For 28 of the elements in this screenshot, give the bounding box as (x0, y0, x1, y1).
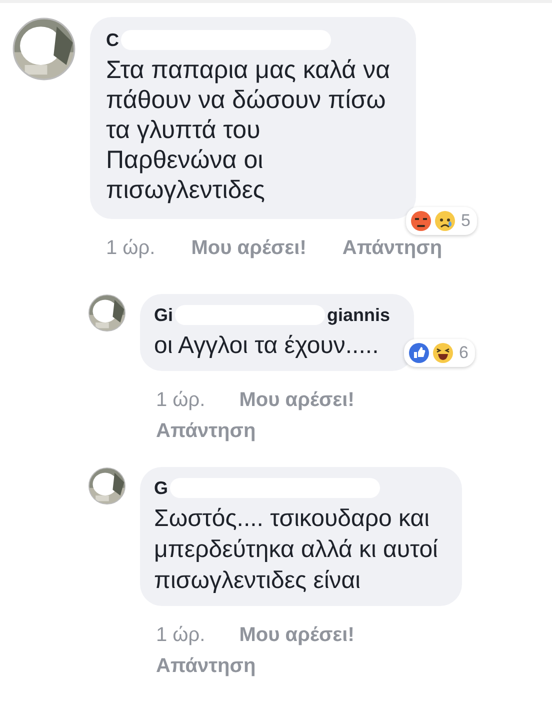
reply-link[interactable]: Απάντηση (156, 420, 256, 443)
angry-face-icon (410, 210, 432, 232)
comment-text: οι Αγγλοι τα έχουν..... (154, 331, 380, 361)
author-name[interactable]: Gi (154, 304, 174, 326)
reply-link[interactable]: Απάντηση (156, 655, 256, 678)
comment-text: πισωγλεντιδες (106, 175, 266, 205)
comment-text: πάθουν να δώσουν πίσω (106, 85, 387, 115)
reply-link[interactable]: Απάντηση (342, 237, 442, 260)
timestamp: 1 ώρ. (106, 237, 156, 260)
author-name[interactable]: C (106, 30, 119, 50)
comment-text: Παρθενώνα οι (106, 145, 264, 175)
thumbs-up-icon (408, 342, 430, 364)
comment-text: πισωγλεντιδες είναι (154, 566, 362, 596)
like-link[interactable]: Μου αρέσει! (191, 237, 306, 260)
laughing-face-icon (432, 342, 454, 364)
timestamp: 1 ώρ. (156, 624, 206, 647)
author-name[interactable]: giannis (327, 304, 390, 326)
timestamp: 1 ώρ. (156, 389, 206, 412)
author-name[interactable]: G (154, 478, 168, 498)
reactions-badge[interactable]: 5 (406, 207, 476, 235)
comment-text: Σωστός.... τσικουδαρο και (154, 504, 430, 534)
reactions-badge[interactable]: 6 (404, 339, 474, 367)
comment-text: τα γλυπτά του (106, 115, 262, 145)
like-link[interactable]: Μου αρέσει! (239, 389, 354, 412)
like-link[interactable]: Μου αρέσει! (239, 624, 354, 647)
comment-text: μπερδεύτηκα αλλά κι αυτοί (154, 535, 438, 565)
crying-face-icon (434, 210, 456, 232)
comment-text: Στα παπαρια μας καλά να (106, 55, 390, 85)
